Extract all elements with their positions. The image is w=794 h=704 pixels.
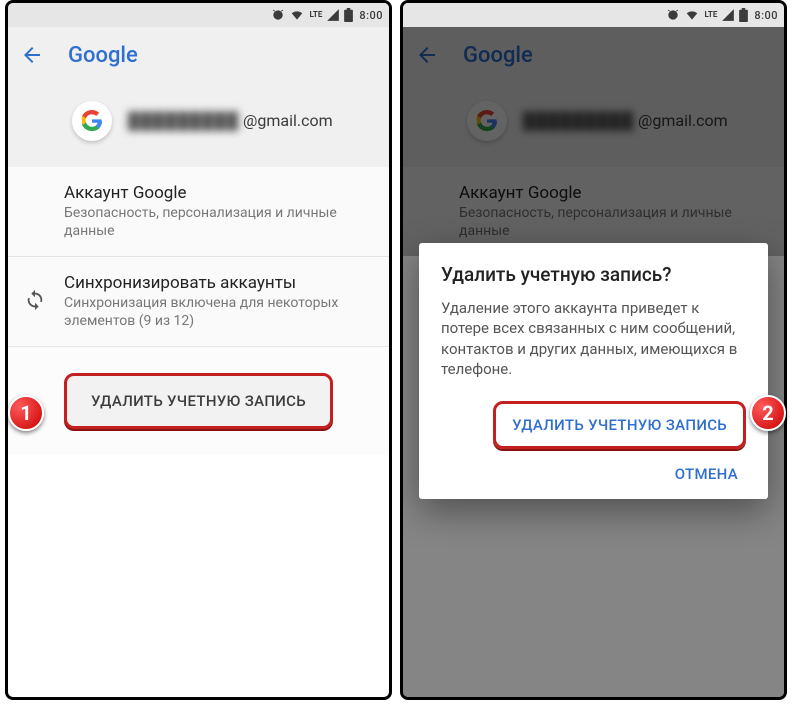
- step-1-highlight: УДАЛИТЬ УЧЕТНУЮ ЗАПИСЬ: [64, 373, 333, 429]
- item-title: Синхронизировать аккаунты: [64, 273, 373, 293]
- step-2-highlight: УДАЛИТЬ УЧЕТНУЮ ЗАПИСЬ: [493, 401, 746, 449]
- sync-icon: [24, 289, 46, 315]
- wifi-icon: [684, 8, 700, 22]
- battery-icon: [344, 8, 353, 22]
- alarm-icon: [271, 8, 285, 22]
- dialog-confirm-button[interactable]: УДАЛИТЬ УЧЕТНУЮ ЗАПИСЬ: [504, 410, 735, 440]
- back-arrow-icon[interactable]: [20, 43, 44, 67]
- signal-icon: [721, 8, 735, 22]
- status-bar: LTE 8:00: [403, 3, 784, 27]
- remove-account-button[interactable]: УДАЛИТЬ УЧЕТНУЮ ЗАПИСЬ: [77, 382, 320, 420]
- item-google-account[interactable]: Аккаунт Google Безопасность, персонализа…: [8, 167, 389, 256]
- lte-label: LTE: [704, 11, 717, 19]
- dialog-title: Удалить учетную запись?: [441, 263, 746, 286]
- item-subtitle: Безопасность, персонализация и личные да…: [64, 205, 373, 240]
- lte-label: LTE: [309, 11, 322, 19]
- item-subtitle: Синхронизация включена для некоторых эле…: [64, 295, 373, 330]
- account-email: █████████ @gmail.com: [128, 111, 333, 131]
- app-bar: Google: [8, 27, 389, 83]
- email-local-hidden: █████████: [128, 111, 239, 131]
- alarm-icon: [666, 8, 680, 22]
- settings-list: Аккаунт Google Безопасность, персонализа…: [8, 167, 389, 346]
- step-badge-2: 2: [750, 395, 786, 431]
- wifi-icon: [289, 8, 305, 22]
- screen-2: LTE 8:00 Google █████████@gmail.com Акка…: [400, 0, 787, 700]
- clock-label: 8:00: [359, 9, 383, 22]
- page-title: Google: [68, 43, 138, 68]
- dialog-actions: УДАЛИТЬ УЧЕТНУЮ ЗАПИСЬ ОТМЕНА: [441, 401, 746, 489]
- item-title: Аккаунт Google: [64, 183, 373, 203]
- step-badge-1: 1: [8, 395, 44, 431]
- signal-icon: [326, 8, 340, 22]
- clock-label: 8:00: [754, 9, 778, 22]
- dialog-body: Удаление этого аккаунта приведет к потер…: [441, 298, 746, 379]
- google-logo-icon: [72, 101, 112, 141]
- battery-icon: [739, 8, 748, 22]
- dialog-cancel-button[interactable]: ОТМЕНА: [667, 459, 746, 489]
- email-domain: @gmail.com: [243, 111, 333, 130]
- screen-1: LTE 8:00 Google █████████ @gmail.com Акк…: [5, 0, 392, 700]
- status-bar: LTE 8:00: [8, 3, 389, 27]
- remove-account-row: УДАЛИТЬ УЧЕТНУЮ ЗАПИСЬ: [8, 346, 389, 455]
- item-sync-accounts[interactable]: Синхронизировать аккаунты Синхронизация …: [8, 257, 389, 346]
- account-header: █████████ @gmail.com: [8, 83, 389, 167]
- remove-account-dialog: Удалить учетную запись? Удаление этого а…: [419, 243, 768, 499]
